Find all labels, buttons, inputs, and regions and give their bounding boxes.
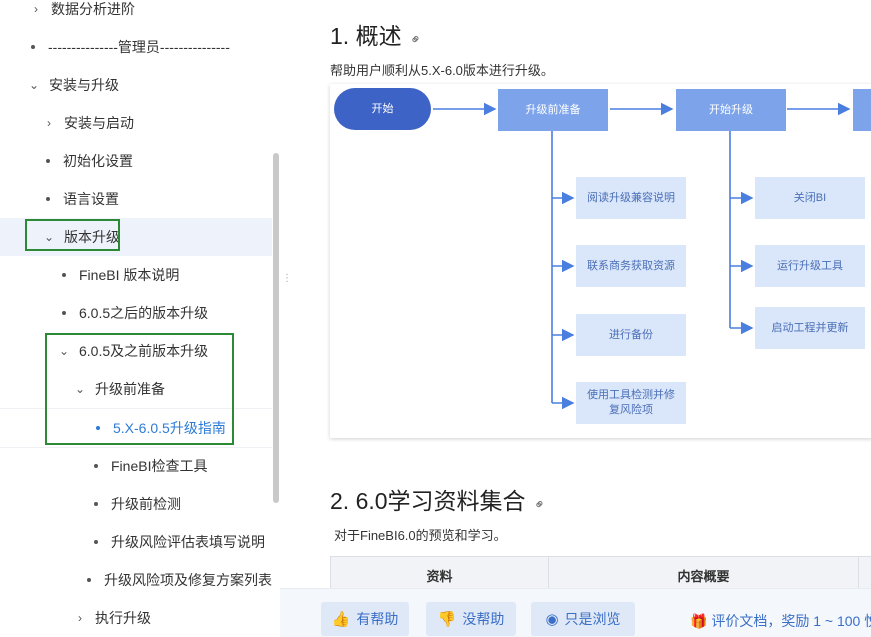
chevron-right-icon: › <box>29 2 43 16</box>
sidebar-item-label: FineBI检查工具 <box>111 456 207 476</box>
flow-node-next <box>853 89 871 131</box>
upgrade-flowchart: 开始 升级前准备 开始升级 阅读升级兼容说明 联系商务获取资源 进行备份 使用工… <box>330 84 871 438</box>
sidebar: › 数据分析进阶 ---------------管理员--------------… <box>0 0 280 636</box>
sidebar-scrollbar[interactable] <box>273 153 279 503</box>
sidebar-item-data-analysis-advanced[interactable]: › 数据分析进阶 <box>0 0 272 28</box>
bullet-icon <box>96 426 100 430</box>
bullet-icon <box>46 159 50 163</box>
sidebar-item-version-upgrade[interactable]: ⌄ 版本升级 <box>0 218 272 256</box>
sidebar-item-risk-assessment[interactable]: 升级风险评估表填写说明 <box>0 523 272 561</box>
section-title-text: 2. 6.0学习资料集合 <box>330 488 526 514</box>
bullet-icon <box>31 45 35 49</box>
sidebar-item-label: 执行升级 <box>95 608 151 628</box>
sidebar-item-label: 5.X-6.0.5升级指南 <box>113 418 226 438</box>
sidebar-item-pre-upgrade-prep[interactable]: ⌄ 升级前准备 <box>0 370 272 408</box>
chevron-right-icon: › <box>73 611 87 625</box>
flow-node-upgrade-step: 关闭BI <box>755 177 865 219</box>
bullet-icon <box>87 578 91 582</box>
sidebar-item-label: 版本升级 <box>64 227 120 247</box>
sidebar-item-label: 6.0.5之后的版本升级 <box>79 303 208 323</box>
bullet-icon <box>94 540 98 544</box>
sidebar-item-label: 升级前检测 <box>111 494 181 514</box>
sidebar-item-label: 升级前准备 <box>95 379 165 399</box>
flow-node-prep: 升级前准备 <box>498 89 608 131</box>
flow-node-start: 开始 <box>334 88 431 130</box>
chevron-down-icon: ⌄ <box>27 78 41 92</box>
main-content: 1. 概述⚭ 帮助用户顺利从5.X-6.0版本进行升级。 <box>290 0 871 636</box>
button-label: 没帮助 <box>462 609 504 629</box>
bullet-icon <box>94 502 98 506</box>
sidebar-item-label: 语言设置 <box>63 189 119 209</box>
reward-link[interactable]: 🎁 评价文档，奖励 1 ~ 100 悦 <box>690 611 871 631</box>
sidebar-item-install-upgrade[interactable]: ⌄ 安装与升级 <box>0 66 272 104</box>
not-helpful-button[interactable]: 👎 没帮助 <box>426 602 516 636</box>
sidebar-item-label: 安装与升级 <box>49 75 119 95</box>
sidebar-item-5x-605-guide[interactable]: 5.X-6.0.5升级指南 <box>0 408 272 448</box>
chevron-down-icon: ⌄ <box>73 382 87 396</box>
button-label: 只是浏览 <box>565 609 621 629</box>
just-browsing-button[interactable]: ◉ 只是浏览 <box>531 602 635 636</box>
sidebar-item-label: FineBI 版本说明 <box>79 265 179 285</box>
link-icon[interactable]: ⚭ <box>529 494 549 514</box>
sidebar-item-label: 数据分析进阶 <box>51 0 135 19</box>
bullet-icon <box>46 197 50 201</box>
feedback-bar: 👍 有帮助 👎 没帮助 ◉ 只是浏览 🎁 评价文档，奖励 1 ~ 100 悦 <box>280 588 871 637</box>
sidebar-item-label: 升级风险评估表填写说明 <box>111 532 265 552</box>
thumbs-down-icon: 👎 <box>438 610 457 628</box>
sidebar-item-install-start[interactable]: › 安装与启动 <box>0 104 272 142</box>
sidebar-item-finebi-version-notes[interactable]: FineBI 版本说明 <box>0 256 272 294</box>
section-title-overview: 1. 概述⚭ <box>330 17 421 51</box>
flow-node-prep-step: 进行备份 <box>576 314 686 356</box>
sidebar-item-init-settings[interactable]: 初始化设置 <box>0 142 272 180</box>
link-icon[interactable]: ⚭ <box>405 29 425 49</box>
sidebar-item-finebi-check-tool[interactable]: FineBI检查工具 <box>0 447 272 485</box>
sidebar-item-label: 升级风险项及修复方案列表 <box>104 570 272 590</box>
flow-node-prep-step: 使用工具检测并修复风险项 <box>576 382 686 424</box>
sidebar-item-execute-upgrade[interactable]: › 执行升级 <box>0 599 272 636</box>
eye-icon: ◉ <box>545 610 558 628</box>
sidebar-item-language-settings[interactable]: 语言设置 <box>0 180 272 218</box>
section-title-learning: 2. 6.0学习资料集合⚭ <box>330 482 545 516</box>
sidebar-item-risk-fix-list[interactable]: 升级风险项及修复方案列表 <box>0 561 272 599</box>
sidebar-item-label: 安装与启动 <box>64 113 134 133</box>
sidebar-item-label: 6.0.5及之前版本升级 <box>79 341 208 361</box>
sidebar-item-label: ---------------管理员--------------- <box>48 37 230 57</box>
section-title-text: 1. 概述 <box>330 23 402 49</box>
bullet-icon <box>94 464 98 468</box>
chevron-right-icon: › <box>42 116 56 130</box>
thumbs-up-icon: 👍 <box>332 610 351 628</box>
bullet-icon <box>62 273 66 277</box>
section-description: 帮助用户顺利从5.X-6.0版本进行升级。 <box>330 60 554 79</box>
sidebar-item-upgrade-after-605[interactable]: 6.0.5之后的版本升级 <box>0 294 272 332</box>
sidebar-item-admin-divider: ---------------管理员--------------- <box>0 28 272 66</box>
helpful-button[interactable]: 👍 有帮助 <box>321 602 409 636</box>
flow-node-prep-step: 阅读升级兼容说明 <box>576 177 686 219</box>
flow-node-upgrade-step: 运行升级工具 <box>755 245 865 287</box>
gift-icon: 🎁 <box>690 613 707 629</box>
flow-node-upgrade-step: 启动工程并更新 <box>755 307 865 349</box>
sidebar-item-label: 初始化设置 <box>63 151 133 171</box>
section-description: 对于FineBI6.0的预览和学习。 <box>334 525 507 544</box>
resize-handle-icon[interactable]: ⋮ <box>282 276 286 296</box>
chevron-down-icon: ⌄ <box>57 344 71 358</box>
chevron-down-icon: ⌄ <box>42 230 56 244</box>
sidebar-item-upgrade-before-605[interactable]: ⌄ 6.0.5及之前版本升级 <box>0 332 272 370</box>
sidebar-item-pre-upgrade-check[interactable]: 升级前检测 <box>0 485 272 523</box>
flow-node-prep-step: 联系商务获取资源 <box>576 245 686 287</box>
flow-node-upgrade: 开始升级 <box>676 89 786 131</box>
reward-text: 评价文档，奖励 1 ~ 100 悦 <box>711 613 871 629</box>
bullet-icon <box>62 311 66 315</box>
button-label: 有帮助 <box>356 609 398 629</box>
